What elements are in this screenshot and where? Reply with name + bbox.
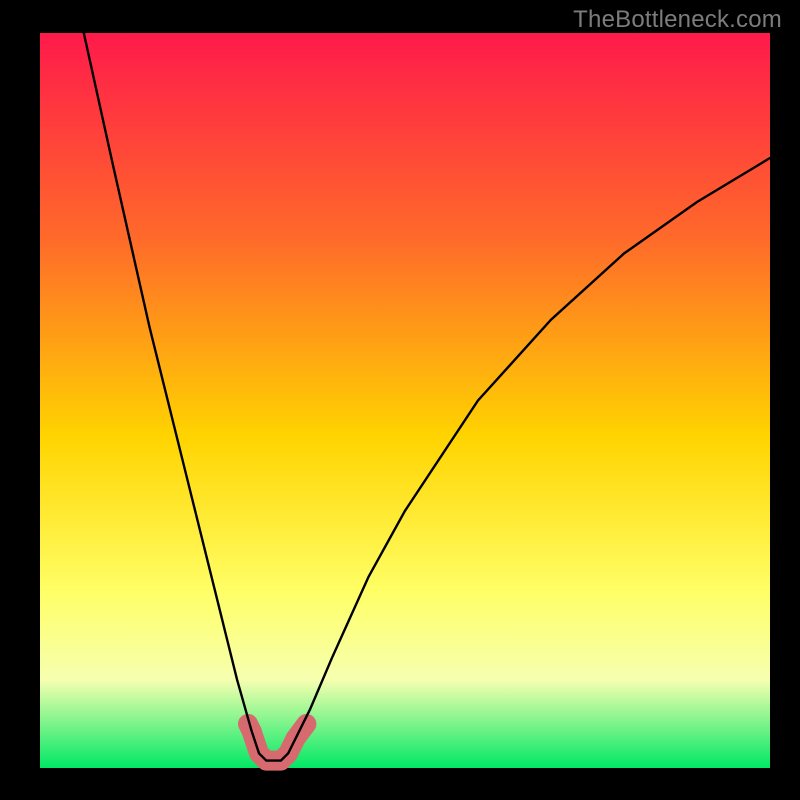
plot-background: [40, 33, 770, 768]
bottleneck-chart: [0, 0, 800, 800]
watermark-text: TheBottleneck.com: [573, 6, 782, 34]
chart-frame: TheBottleneck.com: [0, 0, 800, 800]
